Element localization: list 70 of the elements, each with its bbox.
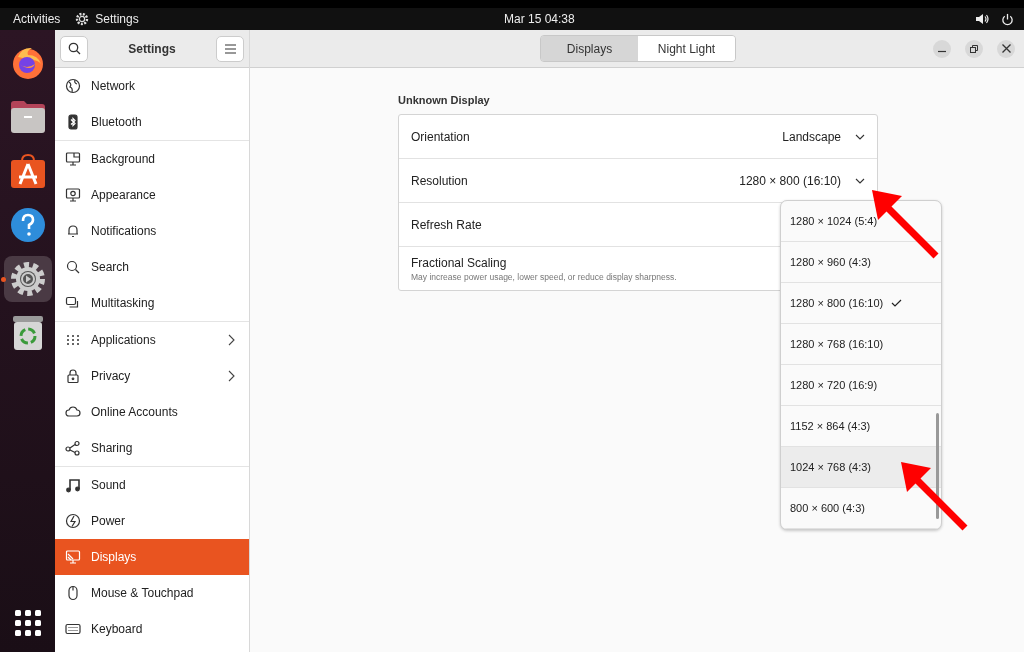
share-icon	[65, 440, 81, 456]
bell-icon	[65, 223, 81, 239]
arrow	[898, 460, 970, 532]
cloud-icon	[65, 404, 81, 420]
mouse-icon	[65, 585, 81, 601]
monitor-icon	[65, 549, 81, 565]
sidebar-item[interactable]: Privacy	[55, 358, 249, 394]
tab[interactable]: Displays	[541, 36, 638, 61]
restore-icon	[970, 44, 978, 53]
power-icon[interactable]	[1001, 12, 1014, 26]
running-indicator	[0, 277, 6, 282]
lock-icon	[65, 368, 81, 384]
sidebar-item[interactable]: Notifications	[55, 213, 249, 249]
sidebar-item[interactable]: Mouse & Touchpad	[55, 575, 249, 611]
bluetooth-icon	[65, 114, 81, 130]
sidebar-item[interactable]: Sound	[55, 467, 249, 503]
sidebar-item[interactable]: Keyboard	[55, 611, 249, 647]
chevron-right-icon	[228, 370, 235, 382]
chevron-down-icon	[855, 133, 865, 140]
menu-item[interactable]: 1024 × 768 (4:3)	[781, 447, 941, 488]
help-icon[interactable]	[9, 207, 46, 243]
close-icon	[1001, 44, 1011, 53]
monitor-icon	[65, 187, 81, 203]
activities-button[interactable]: Activities	[13, 12, 61, 26]
sidebar-item[interactable]: Multitasking	[55, 285, 249, 321]
power-icon	[65, 513, 81, 529]
sidebar-item[interactable]: Appearance	[55, 177, 249, 213]
search-icon	[65, 259, 81, 275]
menu-item[interactable]: 1280 × 800 (16:10)	[781, 283, 941, 324]
menu-item[interactable]: 1280 × 768 (16:10)	[781, 324, 941, 365]
app-menu[interactable]: Settings	[95, 12, 139, 26]
shopping-bag-icon[interactable]	[9, 153, 46, 189]
speaker-icon[interactable]	[975, 13, 989, 25]
menu-item[interactable]: 1280 × 720 (16:9)	[781, 365, 941, 406]
music-note-icon	[65, 477, 81, 493]
tab[interactable]: Night Light	[638, 36, 735, 61]
gear-icon	[75, 12, 90, 26]
sidebar-title: Settings	[128, 41, 176, 56]
menu-icon	[224, 43, 236, 54]
sidebar-item[interactable]: Background	[55, 141, 249, 177]
globe-icon	[65, 78, 81, 94]
restore-button[interactable]	[965, 39, 983, 58]
menu-item[interactable]: 1280 × 960 (4:3)	[781, 242, 941, 283]
folder-icon[interactable]	[9, 100, 46, 134]
section-title: Unknown Display	[398, 94, 491, 106]
grid-icon	[65, 332, 81, 348]
keyboard-icon	[65, 621, 81, 637]
chevron-right-icon	[228, 334, 235, 346]
monitor-icon	[65, 151, 81, 167]
sidebar-item[interactable]: Sharing	[55, 430, 249, 466]
gear-icon[interactable]	[9, 261, 46, 297]
search-icon	[67, 42, 81, 55]
trash-icon[interactable]	[11, 315, 44, 351]
sidebar-item[interactable]: Search	[55, 249, 249, 285]
chevron-down-icon	[855, 177, 865, 184]
menu-button[interactable]	[216, 35, 244, 62]
app-grid-icon[interactable]	[14, 610, 41, 636]
sidebar-item[interactable]: Bluetooth	[55, 104, 249, 140]
sidebar-item[interactable]: Online Accounts	[55, 394, 249, 430]
windows-icon	[65, 295, 81, 311]
sidebar-item[interactable]: Network	[55, 68, 249, 104]
clock[interactable]: Mar 15 04:38	[504, 12, 575, 26]
scrollbar[interactable]	[936, 413, 939, 519]
close-button[interactable]	[997, 39, 1015, 58]
sidebar-item[interactable]: Displays	[55, 539, 249, 575]
sidebar-item[interactable]: Power	[55, 503, 249, 539]
sidebar-item[interactable]: Applications	[55, 322, 249, 358]
dropdown-row[interactable]: Orientation Landscape	[399, 115, 877, 159]
minimize-button[interactable]	[933, 39, 951, 58]
search-button[interactable]	[60, 35, 88, 62]
